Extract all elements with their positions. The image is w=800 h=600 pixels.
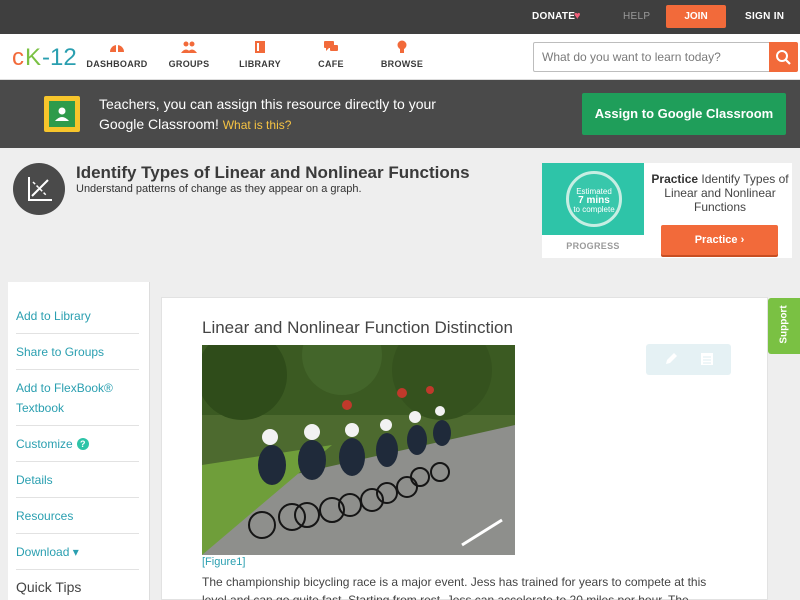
- practice-card: Estimated 7 mins to complete PROGRESS Pr…: [542, 163, 792, 258]
- dashboard-gauge-icon: [110, 45, 124, 52]
- progress-label: PROGRESS: [566, 241, 620, 251]
- estimated-time-ring: Estimated 7 mins to complete: [566, 171, 622, 227]
- svg-text:c: c: [12, 44, 24, 71]
- top-utility-bar: DONATE ♥ HELP JOIN SIGN IN: [0, 0, 800, 34]
- main-navigation: c K -12 DASHBOARD GROUPS LIBRARY CAFE BR…: [0, 34, 800, 80]
- lesson-paragraph: The championship bicycling race is a maj…: [202, 575, 707, 600]
- what-is-this-link[interactable]: What is this?: [223, 118, 292, 132]
- search-icon: [776, 50, 791, 65]
- ck12-logo[interactable]: c K -12: [12, 42, 82, 72]
- quick-tips-heading[interactable]: Quick Tips: [16, 579, 81, 595]
- svg-text:-12: -12: [42, 44, 77, 71]
- classroom-banner: Teachers, you can assign this resource d…: [0, 80, 800, 148]
- figure-caption[interactable]: [Figure1]: [202, 556, 245, 568]
- concept-title: Identify Types of Linear and Nonlinear F…: [76, 163, 470, 182]
- nav-groups-label: GROUPS: [168, 59, 210, 69]
- donate-link[interactable]: DONATE: [532, 11, 575, 22]
- notes-icon[interactable]: [699, 351, 715, 367]
- support-tab[interactable]: Support: [768, 298, 800, 354]
- main-content: Linear and Nonlinear Function Distinctio…: [161, 297, 768, 600]
- nav-groups[interactable]: GROUPS: [154, 40, 224, 69]
- help-link[interactable]: HELP: [623, 11, 650, 22]
- banner-message: Teachers, you can assign this resource d…: [99, 94, 459, 135]
- nav-cafe[interactable]: CAFE: [296, 40, 366, 69]
- nav-browse-label: BROWSE: [380, 59, 424, 69]
- pencil-icon[interactable]: [663, 351, 679, 367]
- sidebar-item-share-to-groups[interactable]: Share to Groups: [16, 338, 139, 370]
- sidebar-item-details[interactable]: Details: [16, 466, 139, 498]
- progress-panel: Estimated 7 mins to complete: [542, 163, 644, 235]
- join-button[interactable]: JOIN: [666, 5, 726, 28]
- search-input[interactable]: [534, 43, 768, 71]
- section-title: Linear and Nonlinear Function Distinctio…: [202, 318, 513, 337]
- assign-to-classroom-button[interactable]: Assign to Google Classroom: [582, 93, 786, 135]
- help-circle-icon[interactable]: ?: [76, 438, 89, 450]
- library-book-icon: [255, 41, 265, 53]
- google-classroom-icon: [44, 96, 80, 132]
- sidebar-item-resources[interactable]: Resources: [16, 502, 139, 534]
- cafe-chat-icon: [324, 41, 338, 51]
- search-box: [533, 42, 798, 72]
- nav-dashboard-label: DASHBOARD: [86, 59, 148, 69]
- practice-button[interactable]: Practice ›: [661, 225, 778, 255]
- heart-icon: ♥: [574, 10, 581, 22]
- sidebar: Add to Library Share to Groups Add to Fl…: [8, 282, 150, 600]
- nav-browse[interactable]: BROWSE: [367, 40, 437, 69]
- groups-people-icon: [181, 41, 197, 53]
- nav-library-label: LIBRARY: [239, 59, 281, 69]
- nav-dashboard[interactable]: DASHBOARD: [82, 40, 152, 69]
- sidebar-item-add-to-library[interactable]: Add to Library: [16, 302, 139, 334]
- sign-in-link[interactable]: SIGN IN: [745, 11, 784, 22]
- browse-bulb-icon: [397, 40, 407, 53]
- practice-description: Practice Identify Types of Linear and No…: [651, 172, 789, 214]
- search-button[interactable]: [769, 42, 798, 72]
- svg-text:K: K: [25, 44, 41, 71]
- cyclists-photo: [202, 345, 515, 555]
- sidebar-item-add-to-flexbook[interactable]: Add to FlexBook® Textbook: [16, 374, 139, 426]
- graph-axes-icon: [13, 163, 65, 215]
- nav-cafe-label: CAFE: [318, 59, 344, 69]
- content-tools: [646, 344, 731, 375]
- estimated-time: Estimated 7 mins to complete: [573, 187, 615, 214]
- sidebar-item-customize[interactable]: Customize?: [16, 430, 139, 462]
- sidebar-item-download[interactable]: Download ▾: [16, 538, 139, 570]
- chevron-right-icon: ›: [740, 234, 745, 246]
- nav-library[interactable]: LIBRARY: [225, 40, 295, 69]
- concept-subtitle: Understand patterns of change as they ap…: [76, 183, 362, 195]
